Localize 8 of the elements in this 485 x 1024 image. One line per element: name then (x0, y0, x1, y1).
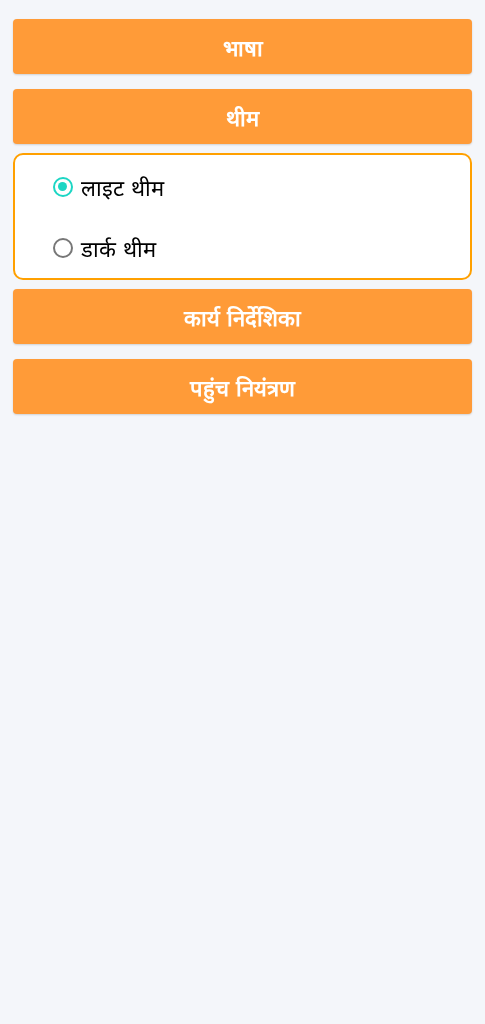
radio-button[interactable] (53, 238, 73, 258)
radio-label[interactable]: डार्क थीम (81, 233, 156, 263)
menu-button[interactable]: पहुंच नियंत्रण (13, 359, 472, 414)
menu-button[interactable]: थीम (13, 89, 472, 144)
radio-label[interactable]: लाइट थीम (81, 172, 164, 202)
radio-button[interactable] (53, 177, 73, 197)
menu-button[interactable]: कार्य निर्देशिका (13, 289, 472, 344)
menu-button[interactable]: भाषा (13, 19, 472, 74)
